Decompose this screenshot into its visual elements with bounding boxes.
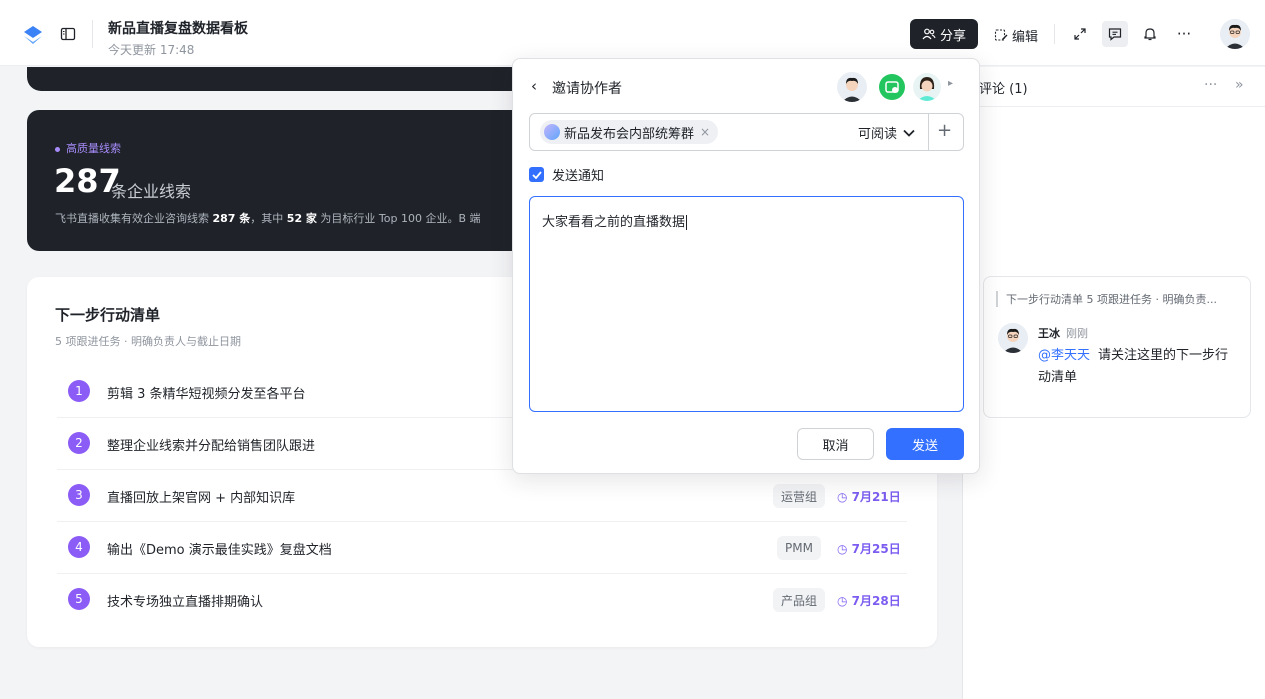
document-title[interactable]: 新品直播复盘数据看板 [108, 18, 248, 38]
share-button[interactable]: 分享 [910, 19, 978, 49]
group-avatar-icon [879, 74, 905, 100]
edit-button-label: 编辑 [1012, 29, 1039, 45]
desc-suffix: 为目标行业 Top 100 企业。B 端 [316, 212, 481, 225]
row-number: 5 [68, 588, 90, 610]
invite-collaborator-popup: ‹ 邀请协作者 ▸ 新品发布会内部统筹群 × 可阅读 + 发送通知 大家看看之前… [512, 58, 980, 474]
commenter-name: 王冰 [1038, 327, 1060, 340]
row-text: 整理企业线索并分配给销售团队跟进 [107, 439, 316, 454]
comment-more-icon[interactable]: ··· [1204, 77, 1217, 93]
clock-icon: ◷ [837, 594, 852, 608]
row-number: 1 [68, 380, 90, 402]
action-list-subtitle: 5 项跟进任务 · 明确负责人与截止日期 [55, 335, 241, 348]
comment-time: 刚刚 [1066, 327, 1088, 340]
row-number: 4 [68, 536, 90, 558]
owner-tag: PMM [777, 536, 821, 560]
action-list-title: 下一步行动清单 [55, 306, 161, 324]
message-text: 大家看看之前的直播数据 [542, 215, 686, 230]
due-date-text: 7月28日 [851, 594, 901, 608]
collaborator-avatar [913, 73, 941, 101]
clock-icon: ◷ [837, 490, 852, 504]
commenter-avatar [998, 323, 1028, 353]
permission-label: 可阅读 [858, 127, 898, 142]
comment-panel-title: 评论 (1) [979, 82, 1028, 97]
clock-icon: ◷ [837, 542, 852, 556]
message-textarea[interactable]: 大家看看之前的直播数据 [529, 196, 964, 412]
comment-mention[interactable]: @李天天 [1038, 348, 1090, 363]
app-logo-icon[interactable] [22, 24, 44, 46]
row-text: 技术专场独立直播排期确认 [107, 595, 264, 610]
more-icon[interactable]: ··· [1174, 24, 1194, 44]
header-divider-2 [1054, 24, 1055, 44]
back-icon[interactable]: ‹ [531, 77, 537, 95]
remove-chip-icon[interactable]: × [700, 125, 710, 139]
desc-mid: ，其中 [250, 212, 287, 225]
due-date: ◷ 7月21日 [837, 488, 901, 505]
collapse-panel-icon[interactable]: » [1235, 77, 1244, 93]
add-invitee-icon[interactable]: + [937, 120, 952, 141]
invite-box-divider [928, 114, 929, 150]
comment-quote: 下一步行动清单 5 项跟进任务 · 明确负责... [996, 291, 1217, 307]
action-row[interactable]: 4 输出《Demo 演示最佳实践》复盘文档 PMM ◷ 7月25日 [57, 522, 907, 574]
top-header: 新品直播复盘数据看板 今天更新 17:48 分享 编辑 ··· [0, 0, 1265, 66]
leads-unit: 条企业线索 [111, 182, 192, 201]
leads-description: 飞书直播收集有效企业咨询线索 287 条，其中 52 家 为目标行业 Top 1… [55, 210, 481, 226]
action-row[interactable]: 5 技术专场独立直播排期确认 产品组 ◷ 7月28日 [57, 574, 907, 626]
owner-tag: 运营组 [773, 484, 826, 508]
collaborator-avatar [837, 72, 867, 102]
last-updated-text: 今天更新 17:48 [108, 43, 195, 57]
user-avatar[interactable] [1220, 19, 1250, 49]
share-users-icon [922, 28, 936, 40]
invitee-chip[interactable]: 新品发布会内部统筹群 × [540, 120, 719, 144]
comment-panel: 评论 (1) ··· » 下一步行动清单 5 项跟进任务 · 明确负责... 王… [962, 67, 1265, 699]
invitee-chip-label: 新品发布会内部统筹群 [564, 126, 695, 142]
leads-card: 高质量线索 287 条企业线索 飞书直播收集有效企业咨询线索 287 条，其中 … [27, 110, 547, 251]
header-divider [92, 20, 93, 48]
edit-icon [994, 29, 1008, 41]
desc-prefix: 飞书直播收集有效企业咨询线索 [55, 212, 213, 225]
row-number: 2 [68, 432, 90, 454]
comment-panel-header: 评论 (1) ··· » [963, 67, 1265, 107]
comment-icon[interactable] [1102, 21, 1128, 47]
row-number: 3 [68, 484, 90, 506]
invite-input[interactable]: 新品发布会内部统筹群 × 可阅读 + [529, 113, 964, 151]
leads-tag: 高质量线索 [55, 140, 121, 156]
notify-label: 发送通知 [552, 169, 605, 184]
row-text: 剪辑 3 条精华短视频分发至各平台 [107, 387, 306, 402]
due-date: ◷ 7月28日 [837, 592, 901, 609]
notify-checkbox[interactable] [529, 167, 544, 182]
owner-tag: 产品组 [773, 588, 826, 612]
send-notification-option[interactable]: 发送通知 [529, 165, 604, 184]
cancel-button[interactable]: 取消 [797, 428, 874, 460]
more-collaborators-icon[interactable]: ▸ [948, 78, 953, 89]
send-button[interactable]: 发送 [886, 428, 964, 460]
desc-bold-companies: 52 家 [286, 212, 317, 225]
comment-text: @李天天 请关注这里的下一步行动清单 [1038, 345, 1238, 389]
due-date-text: 7月21日 [851, 490, 901, 504]
bell-icon[interactable] [1140, 24, 1160, 44]
dark-card-top [27, 67, 547, 91]
row-text: 输出《Demo 演示最佳实践》复盘文档 [107, 543, 332, 558]
text-caret [686, 215, 688, 230]
due-date: ◷ 7月25日 [837, 540, 901, 557]
checkmark-icon [531, 170, 542, 179]
expand-icon[interactable] [1070, 24, 1090, 44]
group-chip-icon [544, 124, 560, 140]
edit-button[interactable]: 编辑 [994, 24, 1038, 46]
row-text: 直播回放上架官网 + 内部知识库 [107, 491, 296, 506]
permission-select[interactable]: 可阅读 [858, 123, 915, 142]
desc-bold-count: 287 条 [212, 212, 251, 225]
comment-card[interactable]: 下一步行动清单 5 项跟进任务 · 明确负责... 王冰 刚刚 @李天天 请关注这… [983, 276, 1251, 418]
due-date-text: 7月25日 [851, 542, 901, 556]
popup-title: 邀请协作者 [552, 81, 622, 97]
share-button-label: 分享 [939, 28, 966, 44]
chevron-down-icon [903, 129, 915, 137]
action-row[interactable]: 3 直播回放上架官网 + 内部知识库 运营组 ◷ 7月21日 [57, 470, 907, 522]
sidebar-toggle-icon[interactable] [60, 26, 76, 42]
